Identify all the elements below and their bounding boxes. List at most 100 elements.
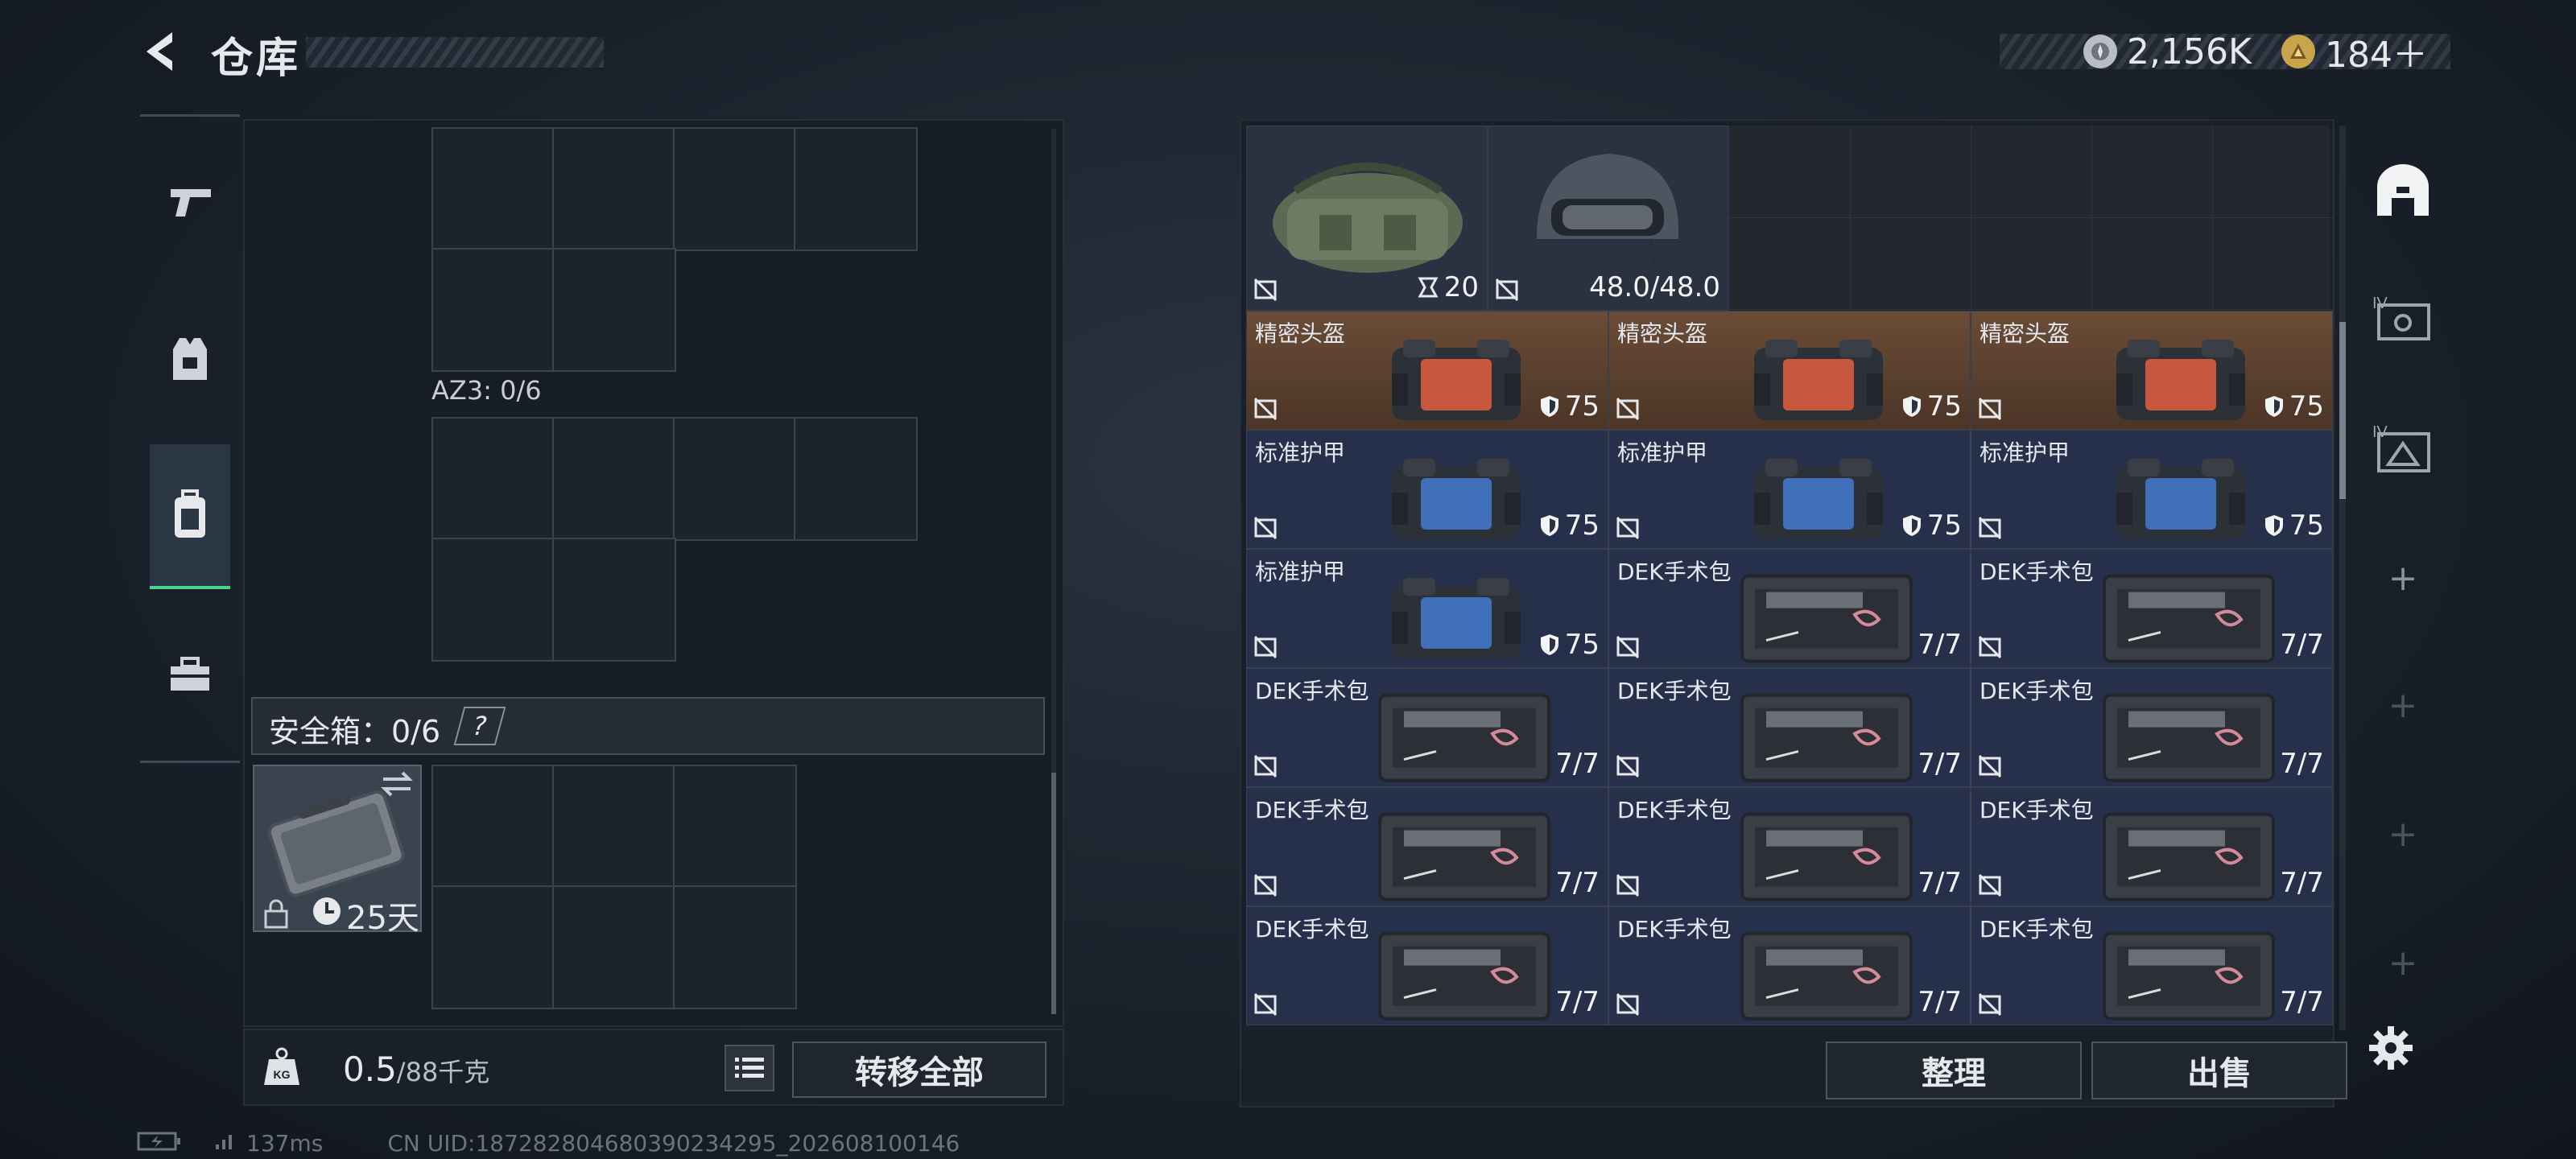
armor-item[interactable]: 精密头盔 75 xyxy=(1608,311,1971,430)
first-aid-kit-item[interactable]: DEK手术包 7/7 xyxy=(1608,668,1971,787)
add-storage-icon[interactable]: + xyxy=(2359,906,2447,1019)
shield-icon xyxy=(1540,396,1558,417)
armor-item[interactable]: 精密头盔 75 xyxy=(1971,311,2333,430)
item-value: 75 xyxy=(1539,509,1600,542)
first-aid-kit-icon xyxy=(1378,693,1550,782)
gear-icon[interactable] xyxy=(2367,1024,2415,1072)
box-expansion-icon: IV xyxy=(2372,423,2430,472)
no-insurance-icon xyxy=(1616,754,1640,778)
add-storage-icon[interactable]: + xyxy=(2359,522,2447,634)
duffel-bag-item[interactable]: 20 xyxy=(1246,126,1488,311)
grid-slot[interactable] xyxy=(431,765,555,889)
helmet-item[interactable]: 48.0/48.0 xyxy=(1488,126,1729,311)
item-value-text: 7/7 xyxy=(1918,986,1962,1018)
grid-slot[interactable] xyxy=(552,127,676,251)
first-aid-kit-item[interactable]: DEK手术包 7/7 xyxy=(1608,549,1971,668)
first-aid-kit-item[interactable]: DEK手术包 7/7 xyxy=(1608,906,1971,1025)
storage-expansion-2[interactable]: IV xyxy=(2359,391,2447,504)
first-aid-kit-icon xyxy=(2103,574,2275,663)
first-aid-kit-item[interactable]: DEK手术包 7/7 xyxy=(1608,787,1971,906)
back-arrow-icon[interactable] xyxy=(137,27,185,76)
item-name: DEK手术包 xyxy=(1617,916,1732,942)
item-value-text: 7/7 xyxy=(1555,986,1600,1018)
right-scrollbar[interactable] xyxy=(2339,322,2346,499)
item-value: 7/7 xyxy=(1555,986,1600,1018)
tab-armor[interactable] xyxy=(150,287,230,431)
grid-slot[interactable] xyxy=(552,417,676,541)
add-storage-icon[interactable]: + xyxy=(2359,777,2447,890)
grid-slot[interactable] xyxy=(794,417,918,541)
left-scrollbar[interactable] xyxy=(1051,773,1056,1014)
armor-item[interactable]: 标准护甲 75 xyxy=(1246,430,1608,549)
grid-slot[interactable] xyxy=(673,417,797,541)
first-aid-kit-item[interactable]: DEK手术包 7/7 xyxy=(1971,787,2333,906)
item-name: DEK手术包 xyxy=(1979,559,2094,585)
grid-slot[interactable] xyxy=(431,417,555,541)
no-insurance-icon xyxy=(1978,754,2002,778)
sell-button[interactable]: 出售 xyxy=(2091,1041,2347,1099)
item-value-text: 75 xyxy=(1564,629,1600,661)
first-aid-kit-icon xyxy=(1378,812,1550,901)
item-value-text: 75 xyxy=(1926,390,1962,423)
lock-icon xyxy=(262,898,290,929)
armor-item[interactable]: 标准护甲 75 xyxy=(1971,430,2333,549)
weight-current: 0.5 xyxy=(343,1050,397,1089)
tab-backpack[interactable] xyxy=(150,444,230,589)
armor-bag-icon xyxy=(1392,340,1521,420)
carry-weight: 0.5/88千克 xyxy=(343,1050,489,1089)
tab-weapons[interactable] xyxy=(150,129,230,274)
item-value: 75 xyxy=(2264,390,2324,423)
gold-currency[interactable]: 184＋ xyxy=(2281,27,2428,76)
svg-text:KG: KG xyxy=(274,1068,291,1081)
grid-slot[interactable] xyxy=(431,538,555,662)
item-value: 75 xyxy=(2264,509,2324,542)
armor-item[interactable]: 标准护甲 75 xyxy=(1246,549,1608,668)
item-value: 7/7 xyxy=(1918,986,1962,1018)
grid-slot[interactable] xyxy=(552,885,676,1009)
grid-slot[interactable] xyxy=(673,765,797,889)
grid-slot[interactable] xyxy=(431,248,555,372)
no-insurance-icon xyxy=(1978,516,2002,540)
gold-coin-icon xyxy=(2281,35,2315,68)
first-aid-kit-icon xyxy=(2103,812,2275,901)
item-name: DEK手术包 xyxy=(1617,559,1732,585)
first-aid-kit-icon xyxy=(1740,693,1913,782)
grid-slot[interactable] xyxy=(794,127,918,251)
first-aid-kit-item[interactable]: DEK手术包 7/7 xyxy=(1971,906,2333,1025)
warehouse-tab[interactable] xyxy=(2359,135,2447,248)
first-aid-kit-item[interactable]: DEK手术包 7/7 xyxy=(1971,668,2333,787)
signal-icon xyxy=(214,1130,238,1157)
grid-slot[interactable] xyxy=(673,127,797,251)
first-aid-kit-item[interactable]: DEK手术包 7/7 xyxy=(1246,787,1608,906)
armor-item[interactable]: 标准护甲 75 xyxy=(1608,430,1971,549)
item-name: DEK手术包 xyxy=(1255,797,1369,823)
add-storage-icon[interactable]: + xyxy=(2359,649,2447,761)
armor-item[interactable]: 精密头盔 75 xyxy=(1246,311,1608,430)
grid-slot[interactable] xyxy=(431,127,555,251)
list-view-button[interactable] xyxy=(724,1045,774,1091)
first-aid-kit-icon xyxy=(1740,931,1913,1021)
shield-icon xyxy=(1540,515,1558,536)
sort-button[interactable]: 整理 xyxy=(1826,1041,2082,1099)
uid-text: CN UID:187282804680390234295_20260810014… xyxy=(387,1130,960,1157)
grid-slot[interactable] xyxy=(552,765,676,889)
first-aid-kit-item[interactable]: DEK手术包 7/7 xyxy=(1246,668,1608,787)
transfer-all-button[interactable]: 转移全部 xyxy=(792,1041,1046,1098)
helmet-durability: 48.0/48.0 xyxy=(1589,271,1720,303)
grid-slot[interactable] xyxy=(431,885,555,1009)
armor-bag-icon xyxy=(2116,340,2245,420)
item-value-text: 7/7 xyxy=(1555,748,1600,780)
item-name: DEK手术包 xyxy=(1979,797,2094,823)
grid-slot[interactable] xyxy=(673,885,797,1009)
storage-expansion-1[interactable]: IV xyxy=(2359,261,2447,373)
no-insurance-icon xyxy=(1253,635,1278,659)
shield-icon xyxy=(1540,634,1558,655)
item-value: 75 xyxy=(1901,390,1962,423)
first-aid-kit-item[interactable]: DEK手术包 7/7 xyxy=(1246,906,1608,1025)
first-aid-kit-item[interactable]: DEK手术包 7/7 xyxy=(1971,549,2333,668)
tab-tools[interactable] xyxy=(150,602,230,747)
grid-slot[interactable] xyxy=(552,538,676,662)
swap-icon[interactable] xyxy=(377,768,417,800)
right-scrollbar-track xyxy=(2339,126,2346,1030)
grid-slot[interactable] xyxy=(552,248,676,372)
